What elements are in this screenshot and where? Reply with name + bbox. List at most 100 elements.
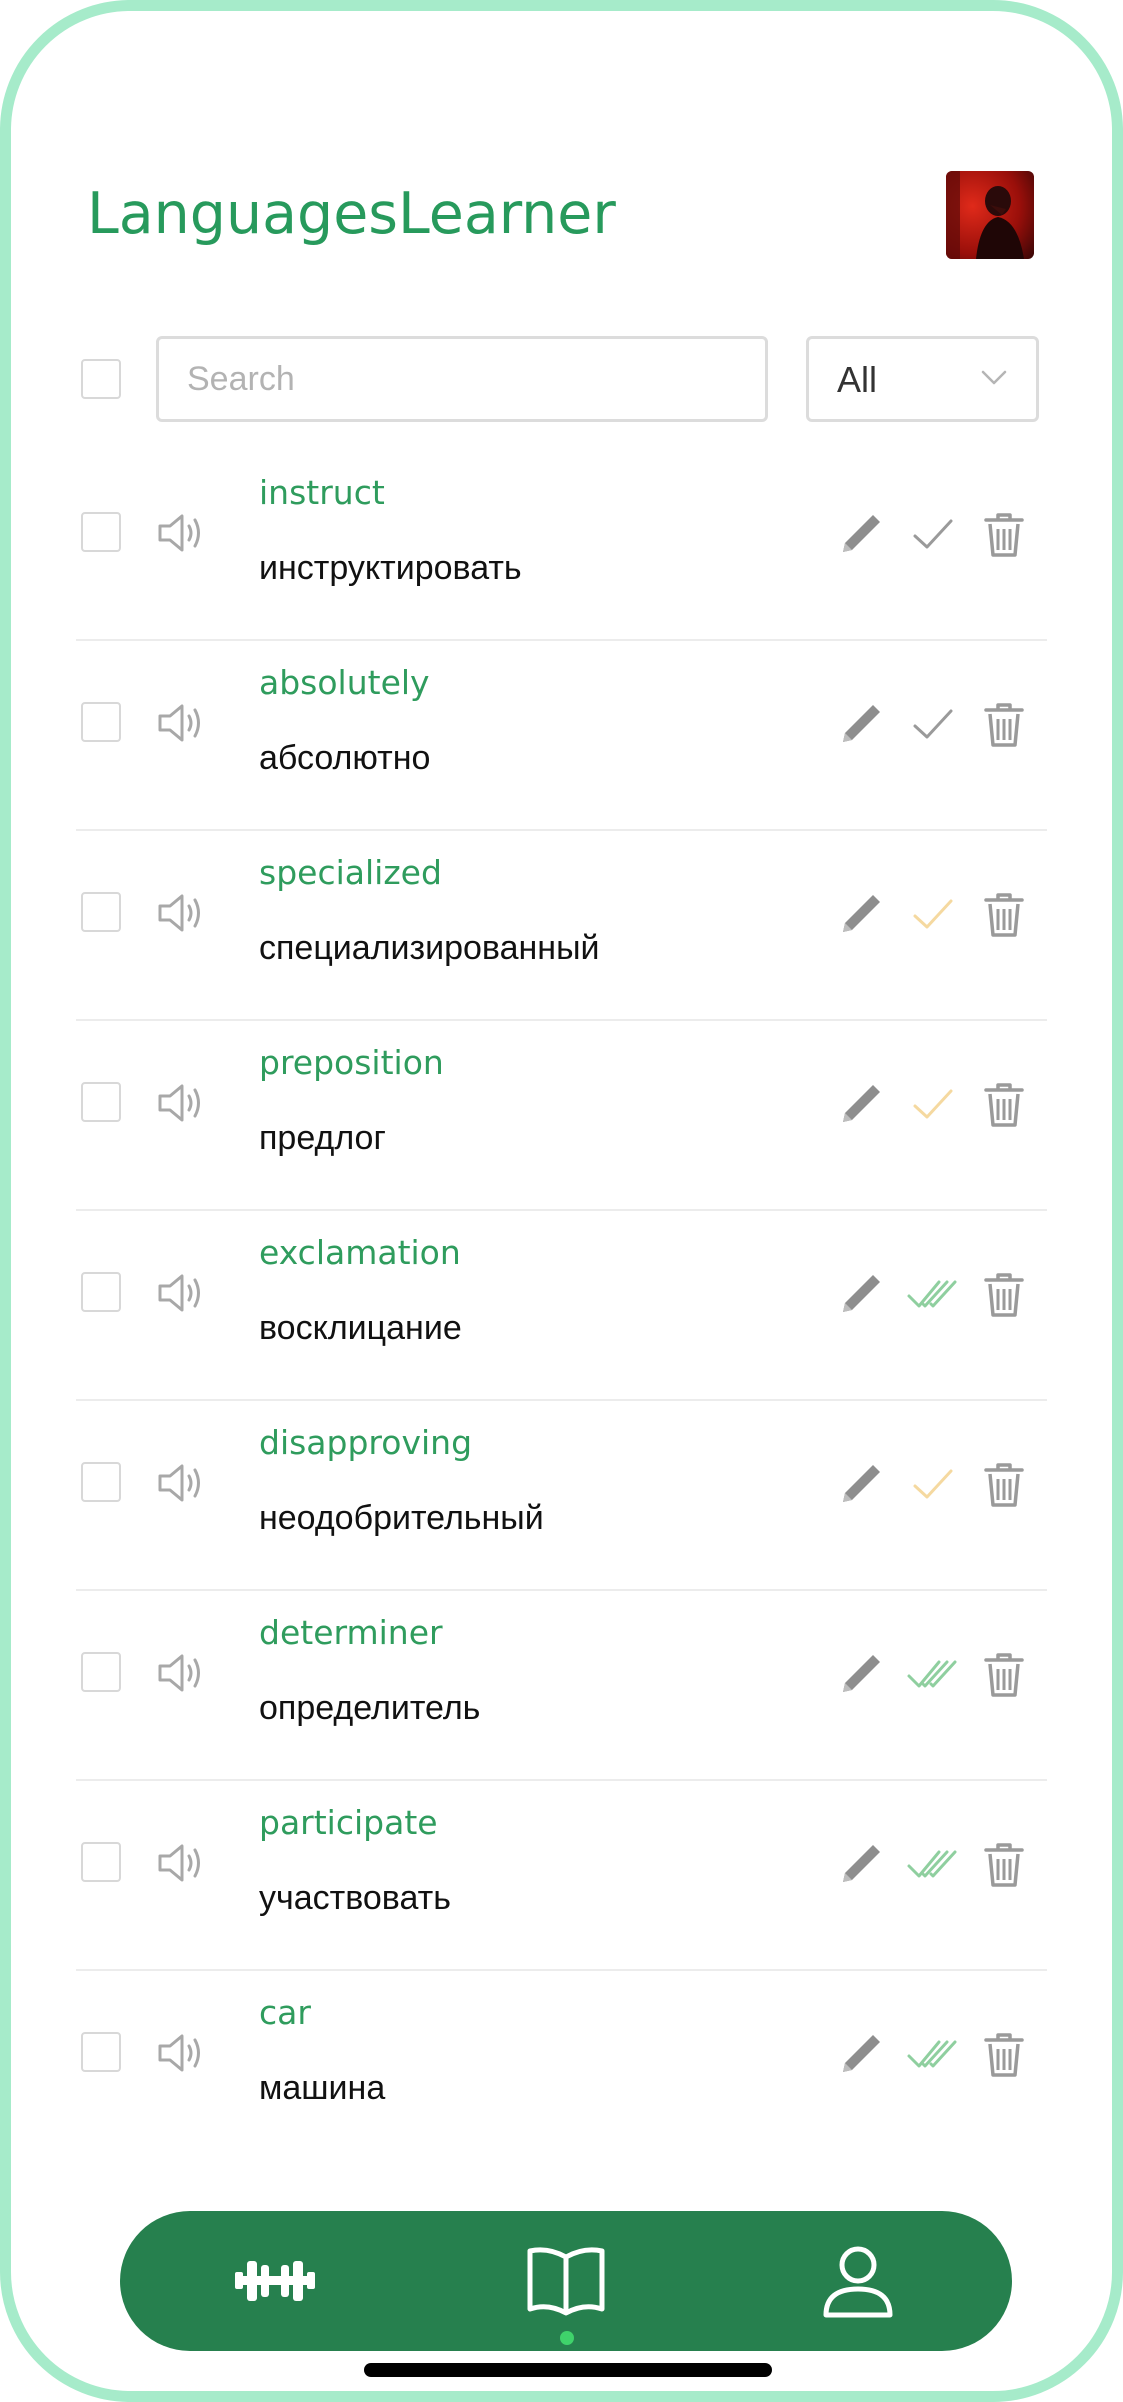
- word-translation: специализированный: [259, 929, 600, 967]
- row-checkbox[interactable]: [81, 2032, 121, 2072]
- speaker-icon: [158, 1464, 200, 1502]
- nav-training[interactable]: [225, 2231, 325, 2331]
- edit-button[interactable]: [833, 1646, 889, 1702]
- word-translation: определитель: [259, 1689, 481, 1727]
- delete-button[interactable]: [976, 886, 1032, 942]
- double-check-icon: [907, 2040, 957, 2068]
- edit-button[interactable]: [833, 2026, 889, 2082]
- row-checkbox[interactable]: [81, 1272, 121, 1312]
- delete-button[interactable]: [976, 1836, 1032, 1892]
- word-english: participate: [259, 1803, 438, 1842]
- delete-button[interactable]: [976, 1266, 1032, 1322]
- pencil-icon: [843, 515, 880, 552]
- word-english: exclamation: [259, 1233, 461, 1272]
- speaker-icon: [158, 1654, 200, 1692]
- play-audio-button[interactable]: [156, 1841, 206, 1885]
- avatar[interactable]: [946, 171, 1034, 259]
- trash-icon: [984, 1653, 1024, 1697]
- speaker-icon: [158, 514, 200, 552]
- filter-selected-value: All: [837, 359, 878, 400]
- row-checkbox[interactable]: [81, 892, 121, 932]
- toolbar: All: [11, 336, 1112, 426]
- chevron-down-icon: [981, 370, 1007, 385]
- edit-button[interactable]: [833, 696, 889, 752]
- app-title: LanguagesLearner: [87, 181, 616, 247]
- status-button[interactable]: [905, 2026, 961, 2082]
- double-check-icon: [907, 1660, 957, 1688]
- edit-button[interactable]: [833, 506, 889, 562]
- status-button[interactable]: [905, 1266, 961, 1322]
- word-translation: предлог: [259, 1119, 386, 1157]
- row-checkbox[interactable]: [81, 1652, 121, 1692]
- trash-icon: [984, 1083, 1024, 1127]
- check-icon: [913, 1089, 953, 1119]
- play-audio-button[interactable]: [156, 1271, 206, 1315]
- edit-button[interactable]: [833, 1076, 889, 1132]
- edit-button[interactable]: [833, 1456, 889, 1512]
- trash-icon: [984, 1843, 1024, 1887]
- delete-button[interactable]: [976, 2026, 1032, 2082]
- status-button[interactable]: [905, 696, 961, 752]
- speaker-icon: [158, 2034, 200, 2072]
- word-english: preposition: [259, 1043, 444, 1082]
- delete-button[interactable]: [976, 1646, 1032, 1702]
- book-icon: [527, 2247, 605, 2316]
- list-item: car машина: [11, 1971, 1112, 2161]
- list-item: disapproving неодобрительный: [11, 1401, 1112, 1591]
- play-audio-button[interactable]: [156, 2031, 206, 2075]
- edit-button[interactable]: [833, 886, 889, 942]
- home-indicator: [364, 2363, 772, 2377]
- row-checkbox[interactable]: [81, 1462, 121, 1502]
- row-checkbox[interactable]: [81, 512, 121, 552]
- word-translation: участвовать: [259, 1879, 451, 1917]
- word-translation: машина: [259, 2069, 386, 2107]
- pencil-icon: [843, 1465, 880, 1502]
- pencil-icon: [843, 1085, 880, 1122]
- search-input[interactable]: [156, 336, 768, 422]
- status-button[interactable]: [905, 1836, 961, 1892]
- row-checkbox[interactable]: [81, 1842, 121, 1882]
- double-check-icon: [907, 1280, 957, 1308]
- pencil-icon: [843, 705, 880, 742]
- nav-profile[interactable]: [808, 2231, 908, 2331]
- delete-button[interactable]: [976, 1076, 1032, 1132]
- pencil-icon: [843, 895, 880, 932]
- delete-button[interactable]: [976, 1456, 1032, 1512]
- check-icon: [913, 899, 953, 929]
- list-item: determiner определитель: [11, 1591, 1112, 1781]
- speaker-icon: [158, 704, 200, 742]
- pencil-icon: [843, 2035, 880, 2072]
- status-button[interactable]: [905, 886, 961, 942]
- user-icon: [823, 2246, 893, 2318]
- trash-icon: [984, 513, 1024, 557]
- word-english: determiner: [259, 1613, 443, 1652]
- delete-button[interactable]: [976, 506, 1032, 562]
- play-audio-button[interactable]: [156, 1081, 206, 1125]
- filter-select[interactable]: All: [806, 336, 1039, 422]
- row-checkbox[interactable]: [81, 1082, 121, 1122]
- play-audio-button[interactable]: [156, 891, 206, 935]
- status-button[interactable]: [905, 1076, 961, 1132]
- play-audio-button[interactable]: [156, 1651, 206, 1695]
- play-audio-button[interactable]: [156, 701, 206, 745]
- play-audio-button[interactable]: [156, 511, 206, 555]
- delete-button[interactable]: [976, 696, 1032, 752]
- status-button[interactable]: [905, 1646, 961, 1702]
- pencil-icon: [843, 1655, 880, 1692]
- status-button[interactable]: [905, 506, 961, 562]
- speaker-icon: [158, 894, 200, 932]
- word-translation: неодобрительный: [259, 1499, 544, 1537]
- app-screen: LanguagesLearner All ins: [0, 0, 1123, 2402]
- edit-button[interactable]: [833, 1266, 889, 1322]
- edit-button[interactable]: [833, 1836, 889, 1892]
- list-item: instruct инструктировать: [11, 451, 1112, 641]
- select-all-checkbox[interactable]: [81, 359, 121, 399]
- speaker-icon: [158, 1084, 200, 1122]
- row-checkbox[interactable]: [81, 702, 121, 742]
- list-item: exclamation восклицание: [11, 1211, 1112, 1401]
- speaker-icon: [158, 1844, 200, 1882]
- bottom-nav: [120, 2211, 1012, 2351]
- nav-dictionary[interactable]: [516, 2231, 616, 2331]
- status-button[interactable]: [905, 1456, 961, 1512]
- play-audio-button[interactable]: [156, 1461, 206, 1505]
